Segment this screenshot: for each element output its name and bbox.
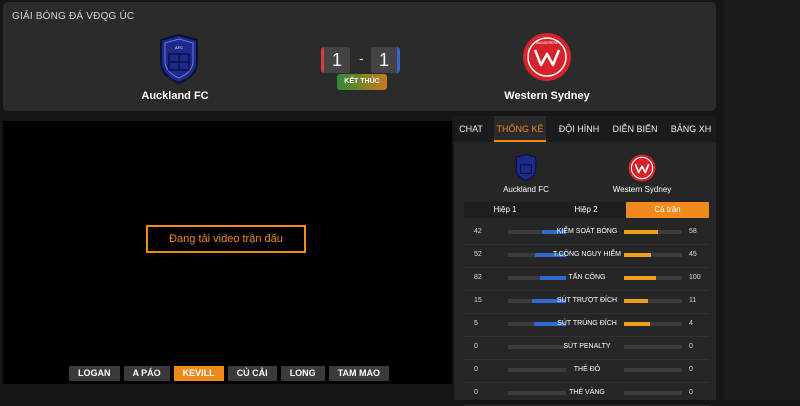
server-button-long[interactable]: LONG [280, 366, 325, 381]
stat-away-bar-fill [624, 253, 651, 257]
stat-away-value: 100 [689, 274, 701, 281]
server-button-logan[interactable]: LOGAN [69, 366, 120, 381]
stat-label: THẺ ĐỎ [573, 366, 601, 373]
right-margin [724, 0, 800, 400]
match-info-panel: CHAT THỐNG KÊ ĐỘI HÌNH DIỄN BIẾN BẢNG XH… [454, 116, 716, 406]
stat-label: SÚT TRÚNG ĐÍCH [557, 320, 617, 327]
server-list: LOGAN A PÁO KEVILL CỦ CẢI LONG TAM MAO [69, 366, 390, 381]
western-sydney-mini-crest-icon [628, 154, 656, 182]
stat-row: 5 SÚT TRÚNG ĐÍCH 4 [464, 314, 709, 337]
server-button-kevill[interactable]: KEVILL [173, 366, 224, 381]
stat-label: THẺ VÀNG [569, 389, 605, 396]
stat-home-value: 5 [474, 320, 478, 327]
stat-label: SÚT TRƯỢT ĐÍCH [556, 297, 618, 304]
auckland-crest-icon: AFC [160, 34, 198, 84]
stat-away-value: 0 [689, 389, 693, 396]
stat-away-value: 58 [689, 228, 697, 235]
tab-chat[interactable]: CHAT [454, 116, 488, 142]
stats-away-team-name: Western Sydney [612, 185, 672, 194]
stat-away-bar-fill [624, 276, 656, 280]
stat-away-bar [624, 276, 682, 280]
period-selector: Hiệp 1 Hiệp 2 Cả trận [464, 202, 709, 218]
home-score: 1 [321, 47, 350, 73]
stat-home-value: 42 [474, 228, 482, 235]
svg-text:WANDERERS: WANDERERS [536, 41, 559, 45]
stat-home-value: 52 [474, 251, 482, 258]
score-separator: - [359, 50, 364, 66]
match-header: GIẢI BÓNG ĐÁ VĐQG ÚC AFC Auckland FC 1 -… [3, 2, 716, 111]
stat-away-bar [624, 391, 682, 395]
statistics-section: Auckland FC Western Sydney Hiệp 1 Hiệp 2… [454, 142, 716, 406]
stat-row: 42 KIỂM SOÁT BÓNG 58 [464, 222, 709, 245]
stat-away-value: 0 [689, 343, 693, 350]
away-score: 1 [371, 47, 400, 73]
stat-away-bar [624, 322, 682, 326]
league-title: GIẢI BÓNG ĐÁ VĐQG ÚC [12, 11, 135, 22]
stat-row: 0 SÚT PENALTY 0 [464, 337, 709, 360]
stat-row: 82 TẤN CÔNG 100 [464, 268, 709, 291]
stat-away-bar-fill [624, 230, 658, 234]
tab-statistics[interactable]: THỐNG KÊ [494, 116, 546, 142]
server-button-a-pao[interactable]: A PÁO [123, 366, 170, 381]
stat-label: SÚT PENALTY [563, 343, 611, 350]
stat-home-value: 0 [474, 389, 478, 396]
stat-row: 52 T.CÔNG NGUY HIỂM 45 [464, 245, 709, 268]
period-full-match[interactable]: Cả trận [626, 202, 709, 218]
stat-away-bar [624, 299, 682, 303]
stat-row: 15 SÚT TRƯỢT ĐÍCH 11 [464, 291, 709, 314]
period-first-half[interactable]: Hiệp 1 [464, 202, 546, 218]
match-status-badge: KẾT THÚC [337, 74, 387, 90]
stat-away-bar [624, 345, 682, 349]
stat-away-value: 45 [689, 251, 697, 258]
period-second-half[interactable]: Hiệp 2 [546, 202, 626, 218]
svg-text:AFC: AFC [175, 45, 183, 50]
stat-away-value: 0 [689, 366, 693, 373]
video-player[interactable]: Đang tải video trận đấu LOGAN A PÁO KEVI… [3, 121, 452, 384]
western-sydney-crest-icon: WANDERERS [523, 33, 571, 81]
stat-home-value: 82 [474, 274, 482, 281]
panel-tabs: CHAT THỐNG KÊ ĐỘI HÌNH DIỄN BIẾN BẢNG XH [454, 116, 716, 142]
auckland-mini-crest-icon [515, 154, 537, 181]
stat-away-bar [624, 253, 682, 257]
stat-away-bar [624, 368, 682, 372]
video-loading-message: Đang tải video trận đấu [146, 225, 306, 253]
stat-away-bar-fill [624, 299, 649, 303]
server-button-tam-mao[interactable]: TAM MAO [328, 366, 390, 381]
stat-away-bar-fill [624, 322, 650, 326]
stat-row: 0 THẺ VÀNG 0 [464, 383, 709, 406]
home-team-name: Auckland FC [141, 90, 209, 102]
stat-home-value: 0 [474, 366, 478, 373]
away-team-name: Western Sydney [504, 90, 590, 102]
stat-label: KIỂM SOÁT BÓNG [556, 228, 618, 235]
tab-lineup[interactable]: ĐỘI HÌNH [552, 116, 606, 142]
server-button-cu-cai[interactable]: CỦ CẢI [227, 366, 277, 381]
tab-timeline[interactable]: DIỄN BIẾN [609, 116, 661, 142]
stat-label: TẤN CÔNG [568, 274, 606, 281]
stat-row: 0 THẺ ĐỎ 0 [464, 360, 709, 383]
stat-home-value: 0 [474, 343, 478, 350]
stat-away-value: 11 [689, 297, 697, 304]
stat-home-value: 15 [474, 297, 482, 304]
stat-away-bar [624, 230, 682, 234]
stats-home-team-name: Auckland FC [503, 185, 549, 194]
tab-standings[interactable]: BẢNG XH [666, 116, 716, 142]
stat-away-value: 4 [689, 320, 693, 327]
stat-label: T.CÔNG NGUY HIỂM [553, 251, 621, 258]
